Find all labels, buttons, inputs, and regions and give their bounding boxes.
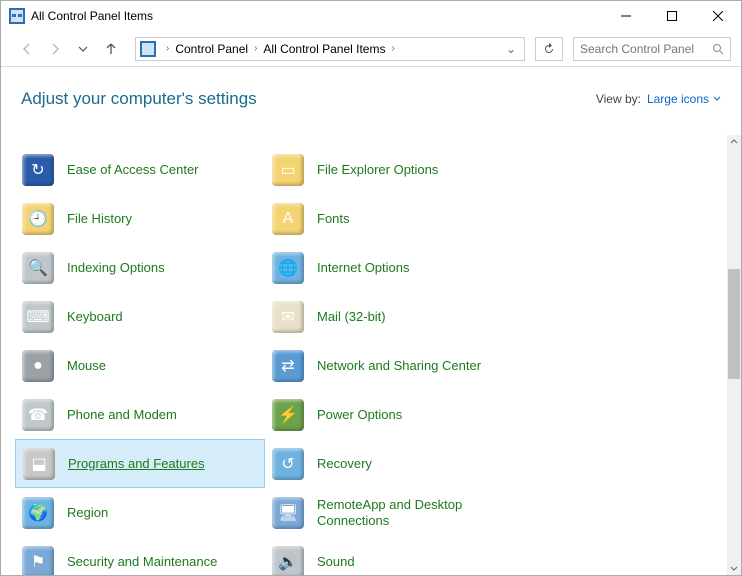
scrollbar[interactable] — [727, 135, 741, 575]
item-label: Sound — [317, 554, 355, 570]
file-history-icon: 🕘 — [21, 202, 55, 236]
sound-icon: 🔊 — [271, 545, 305, 576]
item-label: RemoteApp and Desktop Connections — [317, 497, 509, 528]
item-label: Ease of Access Center — [67, 162, 199, 178]
mail-icon: ✉ — [271, 300, 305, 334]
scroll-down-button[interactable] — [727, 561, 741, 575]
chevron-down-icon — [713, 95, 721, 103]
search-icon — [712, 43, 724, 55]
up-button[interactable] — [99, 37, 123, 61]
control-panel-item[interactable]: ▭ File Explorer Options — [265, 145, 515, 194]
breadcrumb[interactable]: › Control Panel › All Control Panel Item… — [135, 37, 525, 61]
item-label: Recovery — [317, 456, 372, 472]
item-label: Mail (32-bit) — [317, 309, 386, 325]
scroll-thumb[interactable] — [728, 269, 740, 379]
remoteapp-icon: 🖥 — [271, 496, 305, 530]
control-panel-item[interactable]: 🔍 Indexing Options — [15, 243, 265, 292]
viewby-dropdown[interactable]: Large icons — [647, 92, 721, 106]
item-label: Indexing Options — [67, 260, 165, 276]
window-title: All Control Panel Items — [31, 9, 603, 23]
search-placeholder: Search Control Panel — [580, 42, 712, 56]
item-label: Fonts — [317, 211, 350, 227]
refresh-button[interactable] — [535, 37, 563, 61]
fonts-icon: A — [271, 202, 305, 236]
chevron-right-icon[interactable]: › — [250, 43, 261, 54]
control-panel-grid: ↻ Ease of Access Center ▭ File Explorer Opt… — [1, 135, 727, 575]
breadcrumb-part[interactable]: Control Panel — [175, 42, 248, 56]
recent-locations-button[interactable] — [71, 37, 95, 61]
power-options-icon: ⚡ — [271, 398, 305, 432]
indexing-options-icon: 🔍 — [21, 251, 55, 285]
control-panel-item[interactable]: ⌨ Keyboard — [15, 292, 265, 341]
network-icon: ⇄ — [271, 349, 305, 383]
control-panel-item[interactable]: ☎ Phone and Modem — [15, 390, 265, 439]
control-panel-item[interactable]: 🌍 Region — [15, 488, 265, 537]
recovery-icon: ↺ — [271, 447, 305, 481]
item-label: Network and Sharing Center — [317, 358, 481, 374]
mouse-icon: ● — [21, 349, 55, 383]
control-panel-item[interactable]: A Fonts — [265, 194, 515, 243]
scroll-track[interactable] — [727, 149, 741, 561]
navbar: › Control Panel › All Control Panel Item… — [1, 31, 741, 67]
ease-of-access-icon: ↻ — [21, 153, 55, 187]
file-explorer-options-icon: ▭ — [271, 153, 305, 187]
control-panel-item[interactable]: ⚑ Security and Maintenance — [15, 537, 265, 575]
control-panel-item[interactable]: 🌐 Internet Options — [265, 243, 515, 292]
control-panel-icon — [9, 8, 25, 24]
item-label: Security and Maintenance — [67, 554, 217, 570]
item-label: Programs and Features — [68, 456, 205, 472]
maximize-button[interactable] — [649, 1, 695, 31]
viewby-label: View by: — [596, 92, 641, 106]
item-label: File History — [67, 211, 132, 227]
content-header: Adjust your computer's settings View by:… — [1, 67, 741, 117]
item-label: Power Options — [317, 407, 402, 423]
back-button[interactable] — [15, 37, 39, 61]
region-icon: 🌍 — [21, 496, 55, 530]
phone-modem-icon: ☎ — [21, 398, 55, 432]
chevron-right-icon[interactable]: › — [387, 43, 398, 54]
control-panel-item[interactable]: ✉ Mail (32-bit) — [265, 292, 515, 341]
breadcrumb-icon — [140, 41, 156, 57]
item-label: Keyboard — [67, 309, 123, 325]
keyboard-icon: ⌨ — [21, 300, 55, 334]
breadcrumb-part[interactable]: All Control Panel Items — [263, 42, 385, 56]
programs-features-icon: ⬓ — [22, 447, 56, 481]
page-title: Adjust your computer's settings — [21, 89, 596, 109]
item-label: Mouse — [67, 358, 106, 374]
item-label: Region — [67, 505, 108, 521]
item-label: Internet Options — [317, 260, 410, 276]
scroll-up-button[interactable] — [727, 135, 741, 149]
control-panel-item[interactable]: ⚡ Power Options — [265, 390, 515, 439]
security-maintenance-icon: ⚑ — [21, 545, 55, 576]
search-input[interactable]: Search Control Panel — [573, 37, 731, 61]
control-panel-item[interactable]: ↻ Ease of Access Center — [15, 145, 265, 194]
control-panel-item[interactable]: ⬓ Programs and Features — [15, 439, 265, 488]
control-panel-item[interactable]: ↺ Recovery — [265, 439, 515, 488]
control-panel-item[interactable]: 🔊 Sound — [265, 537, 515, 575]
control-panel-item[interactable]: ⇄ Network and Sharing Center — [265, 341, 515, 390]
control-panel-item[interactable]: ● Mouse — [15, 341, 265, 390]
item-label: Phone and Modem — [67, 407, 177, 423]
titlebar: All Control Panel Items — [1, 1, 741, 31]
close-button[interactable] — [695, 1, 741, 31]
chevron-right-icon[interactable]: › — [162, 43, 173, 54]
item-label: File Explorer Options — [317, 162, 438, 178]
minimize-button[interactable] — [603, 1, 649, 31]
chevron-down-icon[interactable]: ⌄ — [502, 42, 520, 56]
control-panel-item[interactable]: 🖥 RemoteApp and Desktop Connections — [265, 488, 515, 537]
control-panel-item[interactable]: 🕘 File History — [15, 194, 265, 243]
forward-button[interactable] — [43, 37, 67, 61]
internet-options-icon: 🌐 — [271, 251, 305, 285]
